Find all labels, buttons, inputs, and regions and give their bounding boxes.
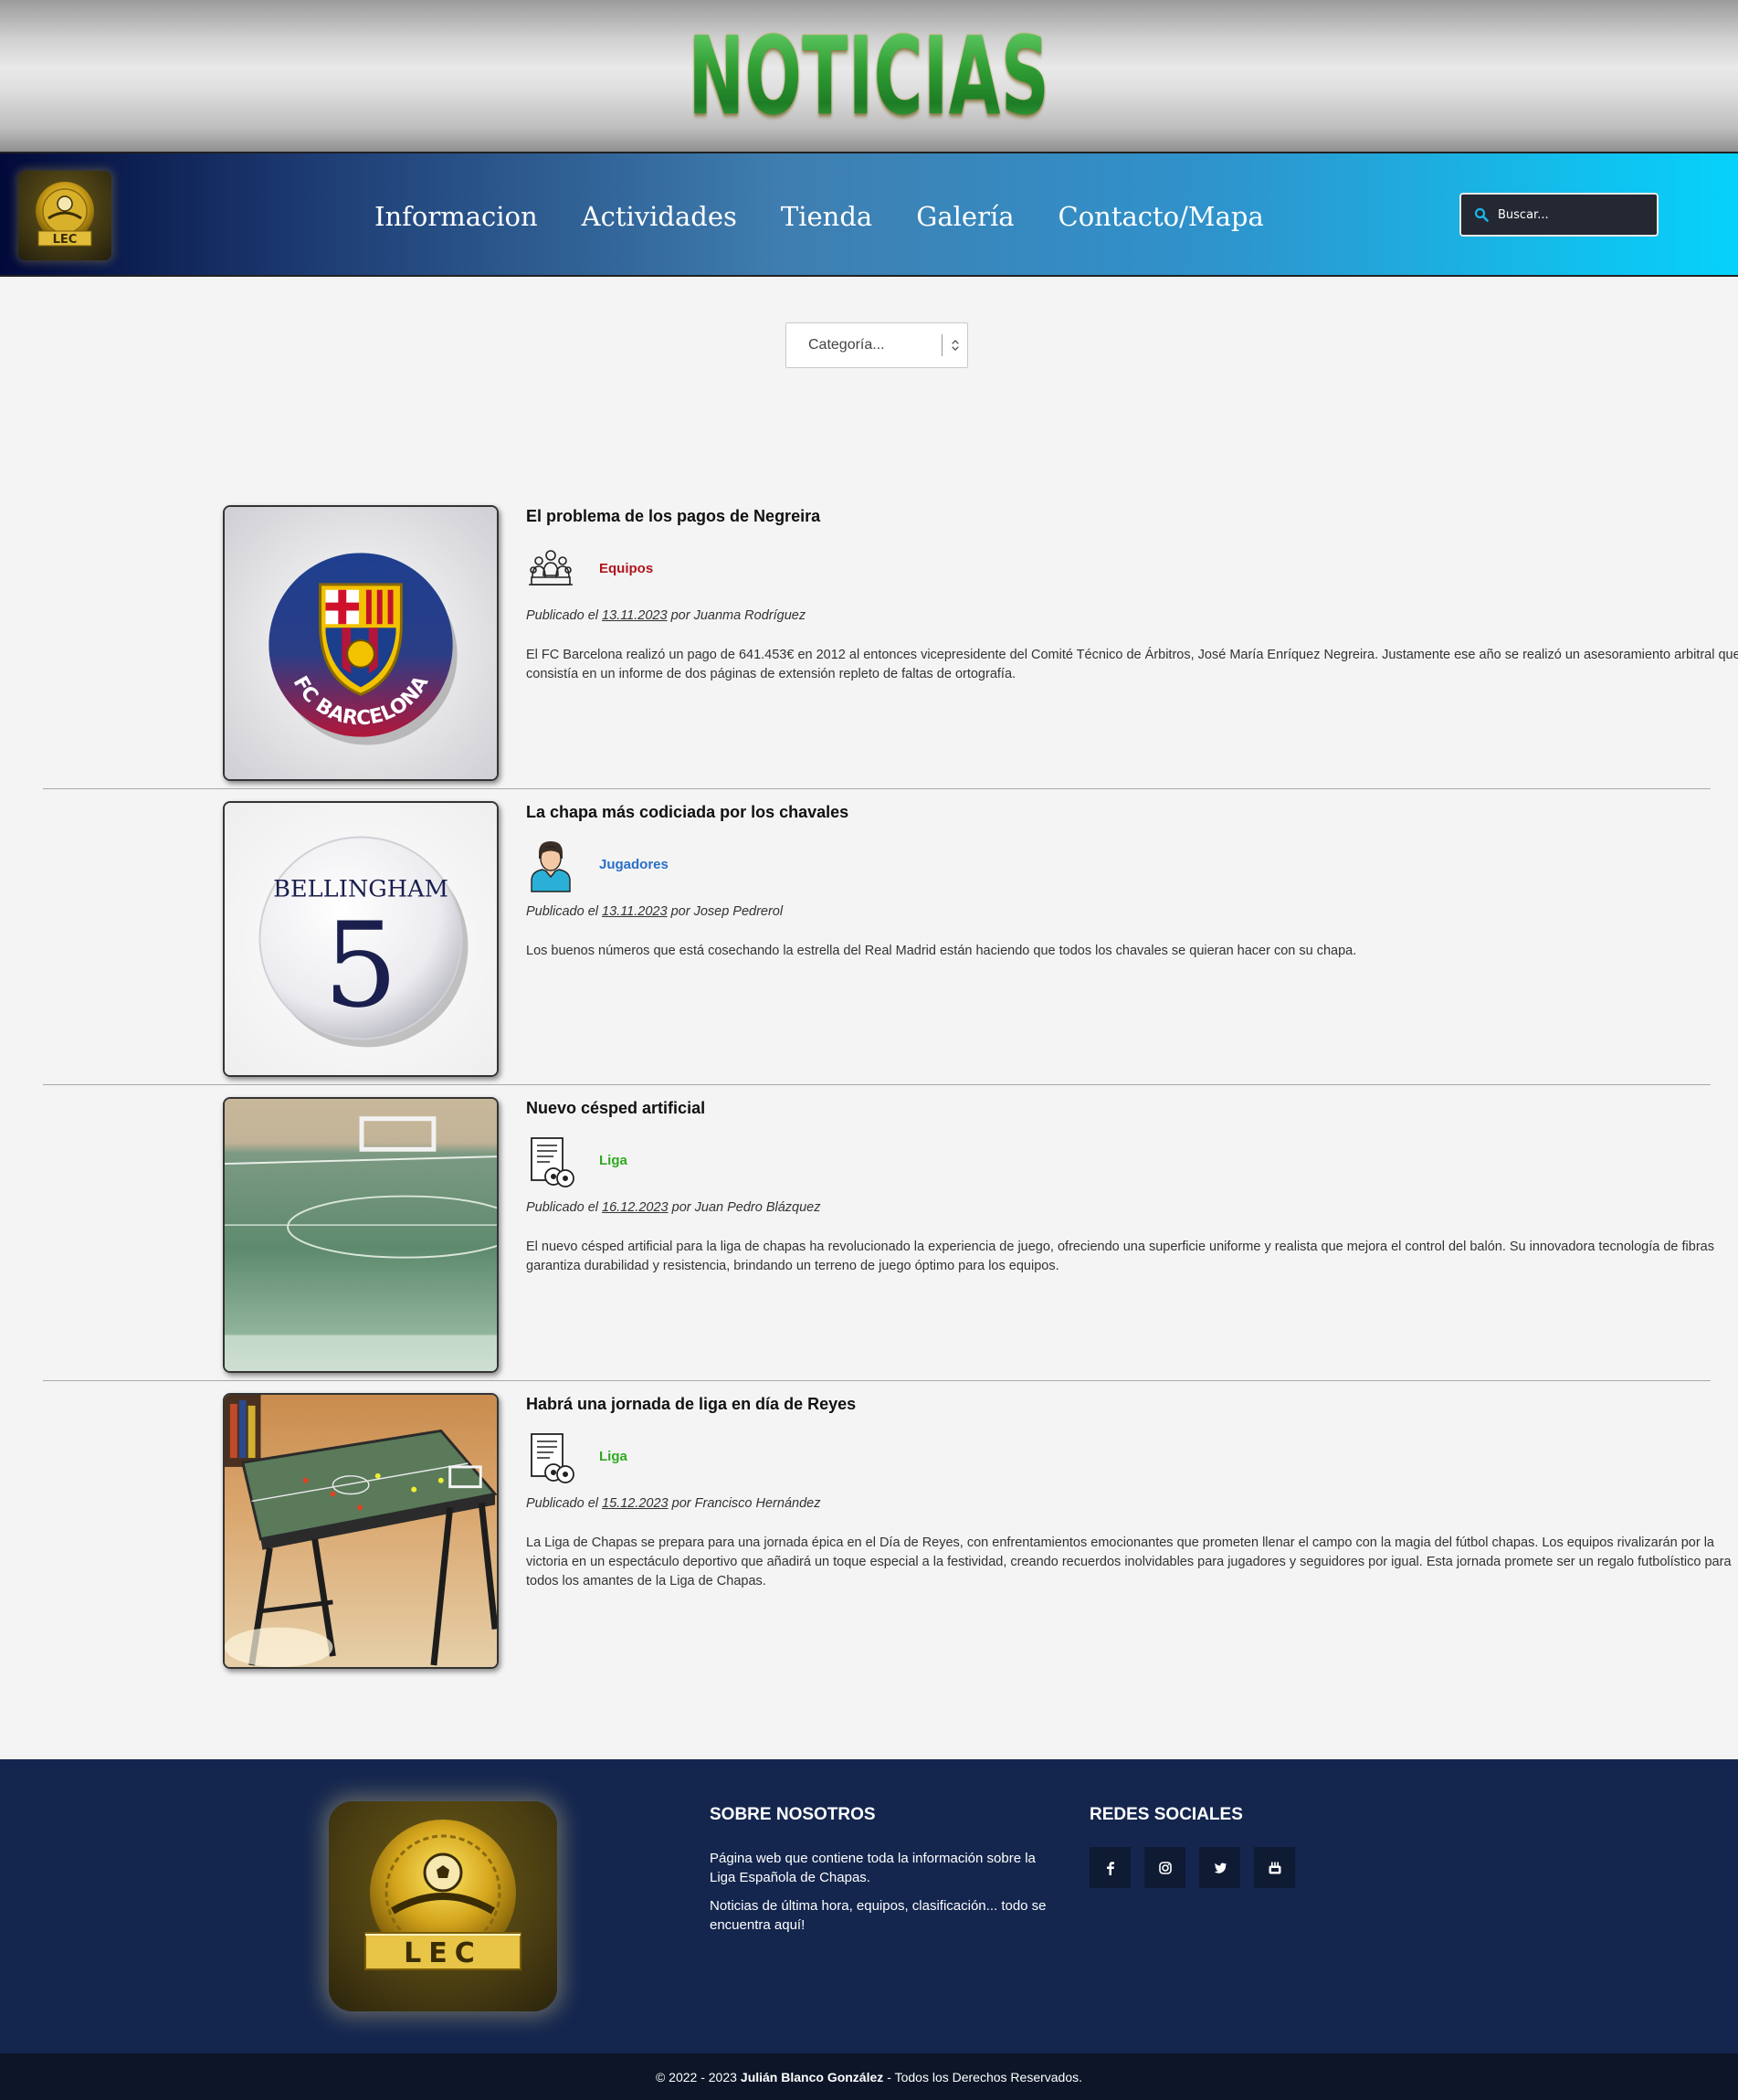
site-footer: LEC SOBRE NOSOTROS Página web que contie…: [0, 1759, 1738, 2053]
instagram-icon: [1158, 1861, 1172, 1874]
copyright-prefix: © 2022 - 2023: [655, 2069, 737, 2084]
article-thumbnail[interactable]: [223, 1393, 499, 1669]
youtube-icon: [1269, 1862, 1280, 1873]
fc-barcelona-badge-image: FC BARCELONA: [225, 507, 497, 779]
svg-text:5: 5: [323, 898, 398, 1034]
article-date[interactable]: 15.12.2023: [602, 1496, 669, 1511]
copyright-suffix: - Todos los Derechos Reservados.: [887, 2069, 1083, 2084]
article-excerpt: El nuevo césped artificial para la liga …: [526, 1240, 1714, 1273]
instagram-button[interactable]: [1144, 1847, 1185, 1888]
facebook-icon: [1106, 1861, 1114, 1875]
by-prefix: por: [671, 1496, 691, 1511]
nav-link-contacto-mapa[interactable]: Contacto/Mapa: [1059, 201, 1264, 232]
site-logo[interactable]: LEC: [18, 171, 111, 260]
chapas-table-image: [225, 1395, 497, 1667]
search-icon[interactable]: [1474, 207, 1489, 222]
about-text-1: Página web que contiene toda la informac…: [710, 1851, 1036, 1885]
article-thumbnail[interactable]: FC BARCELONA: [223, 505, 499, 781]
artificial-turf-image: [225, 1099, 497, 1371]
svg-text:LEC: LEC: [404, 1937, 482, 1969]
lec-logo-icon: LEC: [364, 1820, 521, 1970]
player-icon: [531, 841, 571, 892]
article-author: Josep Pedrerol: [693, 904, 784, 919]
article-thumbnail[interactable]: [223, 1097, 499, 1373]
published-prefix: Publicado el: [526, 1496, 598, 1511]
by-prefix: por: [670, 904, 690, 919]
by-prefix: por: [671, 1200, 691, 1215]
article-excerpt: Los buenos números que está cosechando l…: [526, 944, 1357, 958]
footer-logo[interactable]: LEC: [329, 1801, 557, 2011]
twitter-icon: [1214, 1863, 1227, 1873]
article-meta: Publicado el 16.12.2023 por Juan Pedro B…: [526, 1200, 820, 1215]
category-select-label: Categoría...: [808, 337, 885, 353]
category-link[interactable]: Liga: [599, 1449, 627, 1464]
category-link[interactable]: Equipos: [599, 561, 653, 576]
article-meta: Publicado el 13.11.2023 por Juanma Rodrí…: [526, 608, 806, 623]
category-select[interactable]: Categoría...: [785, 322, 968, 368]
article-author: Francisco Hernández: [694, 1496, 821, 1511]
about-text-2: Noticias de última hora, equipos, clasif…: [710, 1898, 1047, 1933]
article-author: Juan Pedro Blázquez: [694, 1200, 821, 1215]
news-article: Habrá una jornada de liga en día de Reye…: [43, 1381, 1732, 1677]
article-date[interactable]: 13.11.2023: [602, 904, 668, 919]
article-title[interactable]: La chapa más codiciada por los chavales: [526, 803, 848, 822]
published-prefix: Publicado el: [526, 1200, 598, 1215]
lec-logo-icon: LEC: [36, 182, 94, 247]
svg-text:LEC: LEC: [53, 233, 78, 247]
league-icon: [531, 1137, 574, 1187]
about-heading: SOBRE NOSOTROS: [710, 1805, 876, 1824]
article-excerpt: El FC Barcelona realizó un pago de 641.4…: [526, 648, 1738, 681]
social-heading: REDES SOCIALES: [1090, 1805, 1243, 1824]
main-navbar: LEC Informacion Actividades Tienda Galer…: [0, 152, 1738, 277]
youtube-button[interactable]: [1254, 1847, 1295, 1888]
facebook-button[interactable]: [1090, 1847, 1131, 1888]
article-author: Juanma Rodríguez: [693, 608, 806, 623]
copyright-author: Julián Blanco González: [740, 2069, 884, 2084]
by-prefix: por: [670, 608, 690, 623]
article-date[interactable]: 13.11.2023: [602, 608, 668, 623]
article-title[interactable]: El problema de los pagos de Negreira: [526, 507, 820, 526]
nav-links: Informacion Actividades Tienda Galería C…: [374, 153, 1264, 279]
copyright-bar: © 2022 - 2023 Julián Blanco González - T…: [0, 2053, 1738, 2100]
article-excerpt: La Liga de Chapas se prepara para una jo…: [526, 1535, 1732, 1588]
article-date[interactable]: 16.12.2023: [602, 1200, 669, 1215]
news-article: BELLINGHAM 5 La chapa más codiciada por …: [43, 789, 1711, 1085]
nav-link-informacion[interactable]: Informacion: [374, 201, 538, 232]
article-meta: Publicado el 15.12.2023 por Francisco He…: [526, 1496, 820, 1511]
bellingham-chapa-image: BELLINGHAM 5: [225, 803, 497, 1075]
published-prefix: Publicado el: [526, 608, 598, 623]
team-icon: [529, 550, 573, 586]
article-meta: Publicado el 13.11.2023 por Josep Pedrer…: [526, 904, 783, 919]
category-link[interactable]: Liga: [599, 1153, 627, 1168]
article-title[interactable]: Nuevo césped artificial: [526, 1099, 705, 1118]
page-banner: NOTICIAS: [0, 0, 1738, 152]
article-title[interactable]: Habrá una jornada de liga en día de Reye…: [526, 1395, 856, 1414]
twitter-button[interactable]: [1199, 1847, 1240, 1888]
news-article: FC BARCELONA El problema de los pagos de…: [43, 493, 1738, 789]
news-article: Nuevo césped artificial Liga Publicado e…: [43, 1085, 1714, 1381]
category-link[interactable]: Jugadores: [599, 857, 669, 872]
league-icon: [531, 1433, 574, 1483]
nav-link-tienda[interactable]: Tienda: [781, 201, 872, 232]
published-prefix: Publicado el: [526, 904, 598, 919]
select-arrows-icon: [942, 334, 967, 356]
nav-link-actividades[interactable]: Actividades: [582, 201, 737, 232]
search-box[interactable]: [1459, 193, 1659, 237]
nav-link-galeria[interactable]: Galería: [916, 201, 1014, 232]
search-input[interactable]: [1498, 207, 1644, 222]
article-thumbnail[interactable]: BELLINGHAM 5: [223, 801, 499, 1077]
page-title: NOTICIAS: [331, 7, 1408, 144]
